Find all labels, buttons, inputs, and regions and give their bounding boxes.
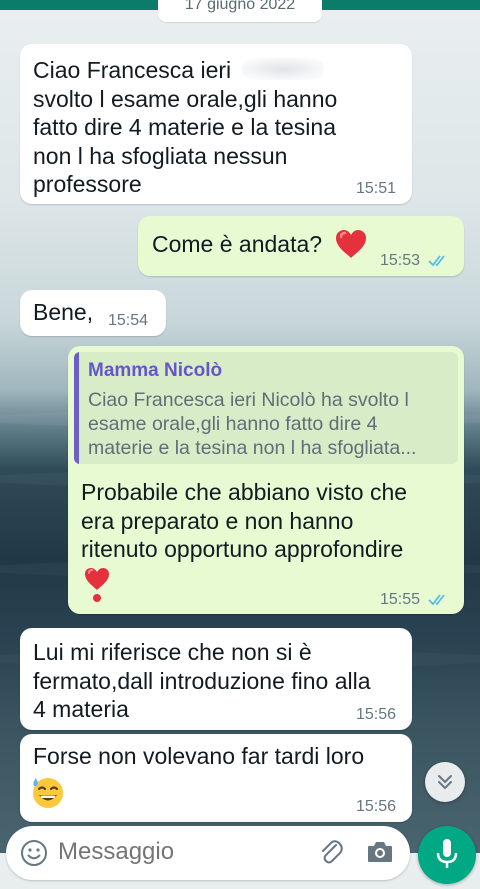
red-heart-emoji-icon (334, 228, 368, 267)
double-chevron-down-icon (438, 775, 452, 790)
message-text: Forse non volevano far tardi loro (33, 743, 365, 769)
date-divider-label: 17 giugno 2022 (184, 0, 296, 13)
grinning-face-with-sweat-emoji-icon (30, 774, 66, 817)
message-bubble-outgoing-reply[interactable]: Mamma Nicolò Ciao Francesca ieri Nicolò … (68, 346, 464, 614)
message-text: Probabile che abbiano visto che era prep… (81, 479, 408, 562)
message-text: Bene, (33, 299, 94, 325)
message-time: 15:53 (380, 252, 421, 269)
message-time: 15:54 (108, 312, 149, 329)
message-bubble-incoming[interactable]: Lui mi riferisce che non si è fermato,da… (20, 628, 412, 730)
camera-icon[interactable] (366, 839, 394, 870)
read-ticks-icon (428, 594, 445, 606)
message-text: Come è andata? (152, 231, 323, 257)
message-text: Lui mi riferisce che non si è fermato,da… (33, 639, 371, 722)
microphone-icon (436, 839, 458, 868)
quoted-message[interactable]: Mamma Nicolò Ciao Francesca ieri Nicolò … (74, 352, 458, 464)
message-bubble-incoming[interactable]: Forse non volevano far tardi loro 15:56 (20, 734, 412, 822)
redacted-name (242, 58, 324, 80)
quoted-text: Ciao Francesca ieri Nicolò ha svolto l e… (88, 389, 417, 459)
message-composer (6, 826, 410, 880)
message-time: 15:51 (356, 180, 397, 197)
date-divider: 17 giugno 2022 (158, 0, 322, 22)
message-input[interactable] (58, 838, 298, 866)
message-time: 15:55 (380, 591, 421, 608)
message-time: 15:56 (356, 798, 397, 815)
message-bubble-incoming[interactable]: Bene, 15:54 (20, 290, 166, 336)
message-time: 15:56 (356, 706, 397, 723)
quoted-author: Mamma Nicolò (88, 360, 223, 381)
quote-accent-bar (74, 352, 79, 464)
message-bubble-incoming[interactable]: Ciao Francesca ieri ha svolto l esame or… (20, 44, 412, 204)
scroll-to-bottom-button[interactable] (425, 762, 465, 802)
microphone-button[interactable] (418, 826, 476, 884)
message-bubble-outgoing[interactable]: Come è andata? 15:53 (138, 216, 464, 276)
paperclip-icon[interactable] (318, 839, 344, 872)
smiley-icon[interactable] (20, 839, 48, 872)
read-ticks-icon (428, 255, 445, 267)
heart-exclamation-emoji-icon (82, 566, 112, 611)
